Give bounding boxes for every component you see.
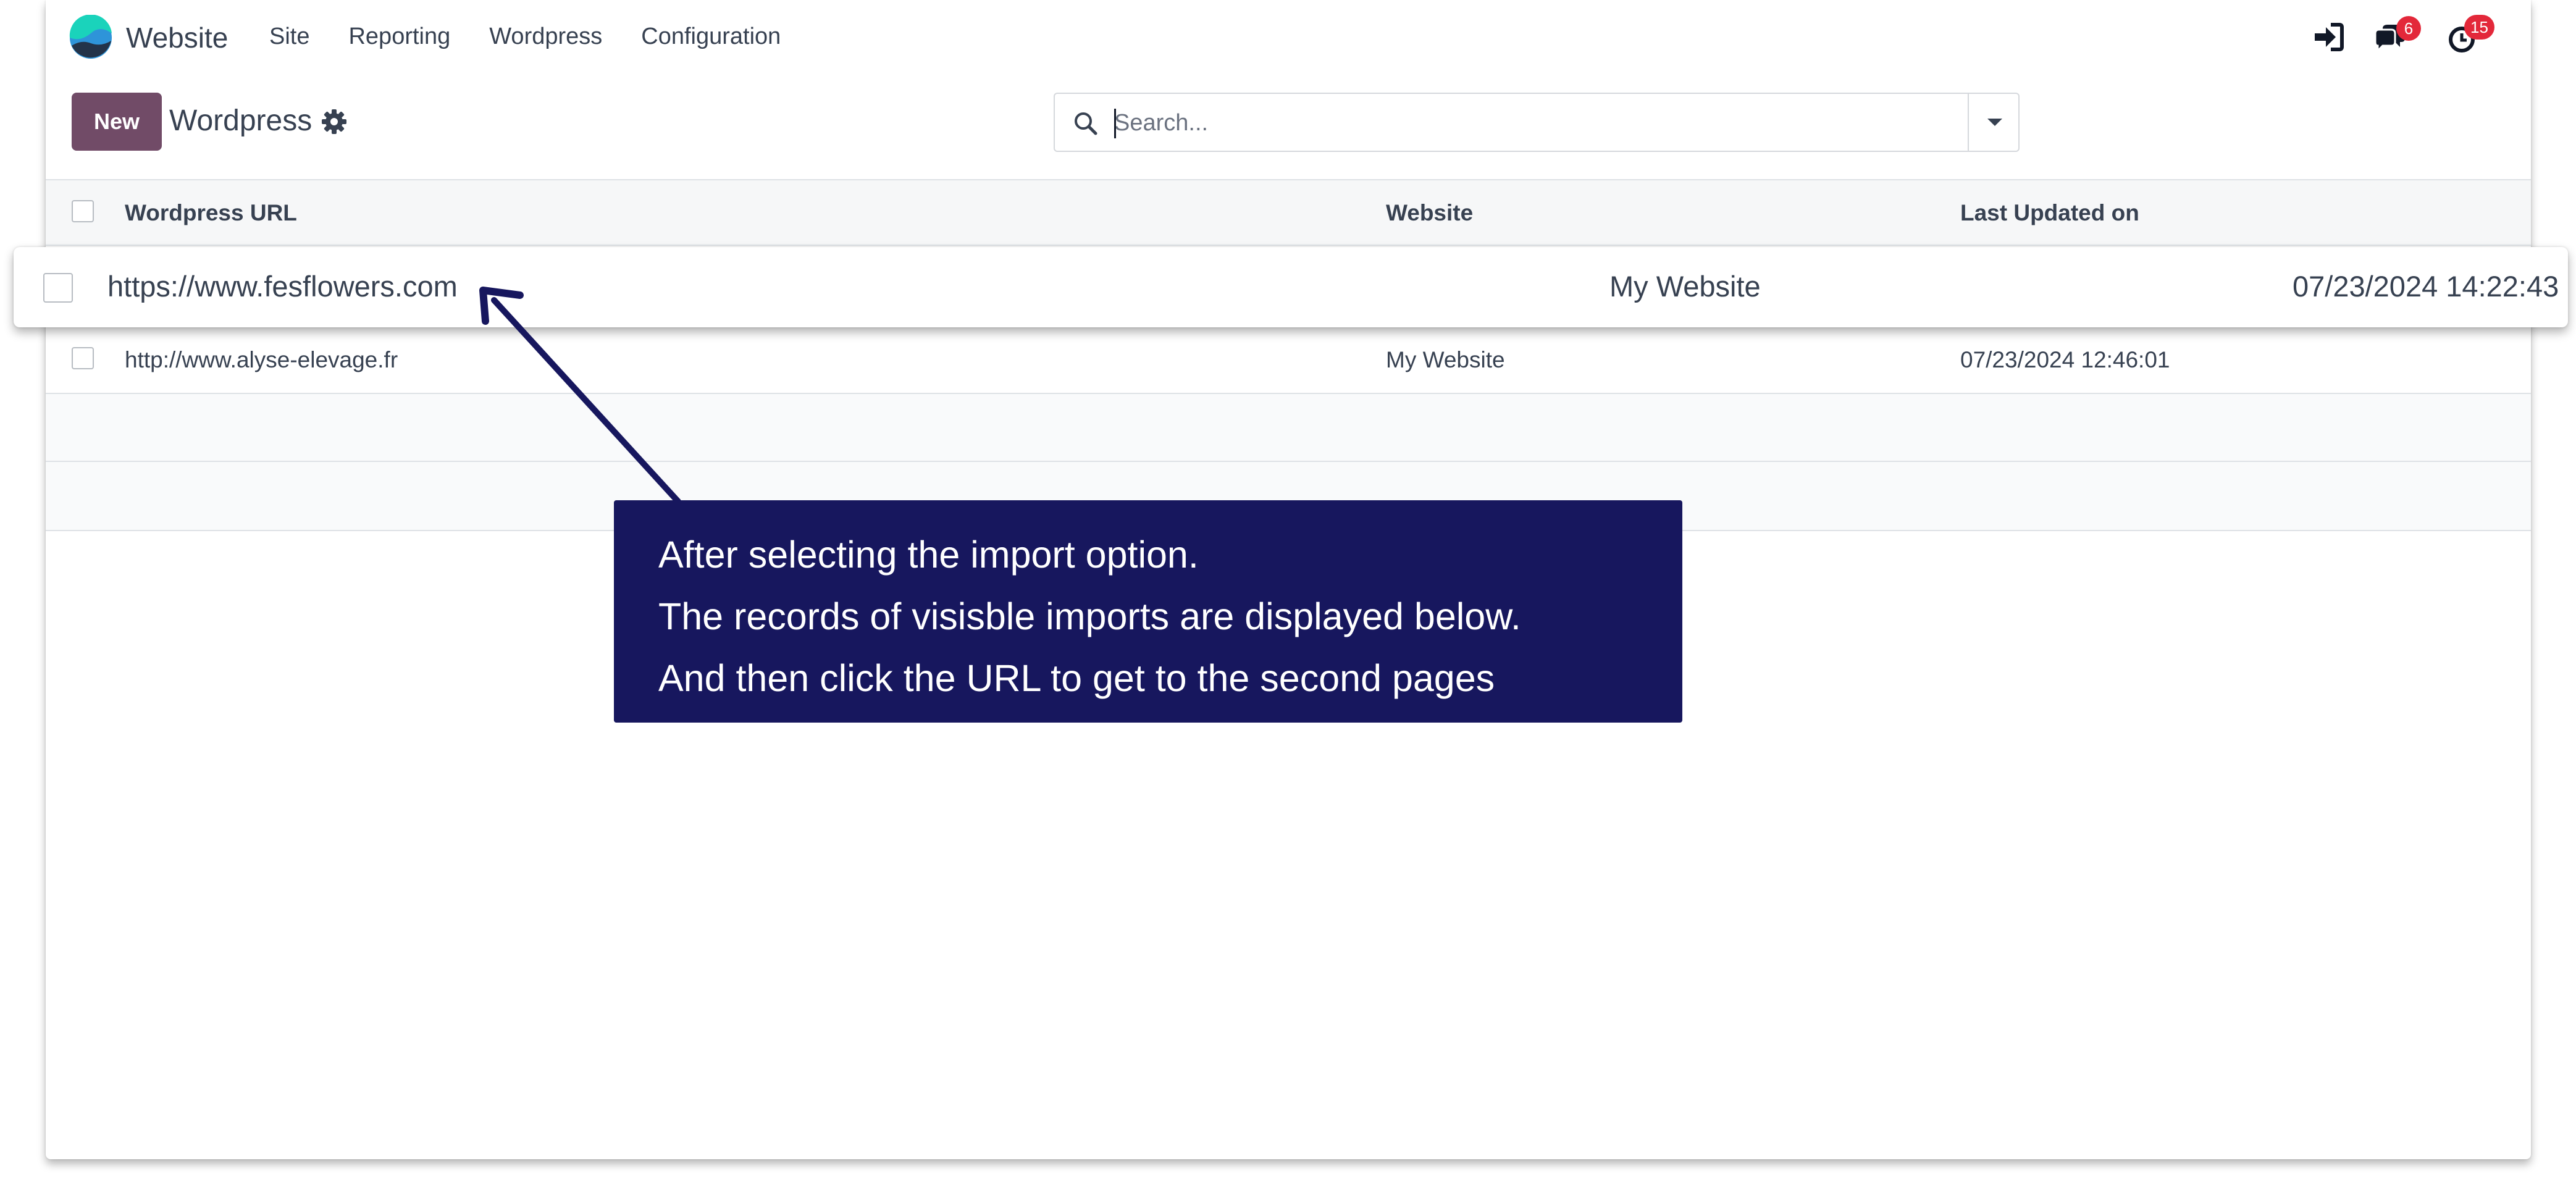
row-url[interactable]: https://www.fesflowers.com <box>107 269 458 303</box>
new-button[interactable]: New <box>72 93 162 151</box>
page-title: Wordpress <box>169 104 313 137</box>
column-last-updated[interactable]: Last Updated on <box>1960 200 2139 226</box>
empty-row <box>46 394 2531 462</box>
select-all-checkbox[interactable] <box>72 200 94 222</box>
activities-systray[interactable]: 15 <box>2446 0 2514 77</box>
messages-systray[interactable]: 6 <box>2373 0 2435 77</box>
menu-wordpress[interactable]: Wordpress <box>489 23 602 50</box>
row-website: My Website <box>1386 347 1505 372</box>
messages-badge: 6 <box>2396 16 2421 41</box>
row-updated: 07/23/2024 12:46:01 <box>1960 347 2170 372</box>
activities-badge: 15 <box>2464 15 2494 40</box>
row-updated: 07/23/2024 14:22:43 <box>2293 270 2559 303</box>
menu-configuration[interactable]: Configuration <box>641 23 781 50</box>
callout-line: And then click the URL to get to the sec… <box>658 657 1495 699</box>
callout-line: After selecting the import option. <box>658 534 1199 576</box>
row-checkbox[interactable] <box>72 347 94 369</box>
menu-site[interactable]: Site <box>269 23 309 50</box>
text-cursor <box>1114 109 1116 138</box>
app-name[interactable]: Website <box>126 21 228 54</box>
row-url[interactable]: http://www.alyse-elevage.fr <box>125 347 398 373</box>
menu-reporting[interactable]: Reporting <box>348 23 450 50</box>
search-options-toggle[interactable] <box>1968 94 2018 151</box>
callout-line: The records of visisble imports are disp… <box>658 595 1521 637</box>
annotation-callout: After selecting the import option. The r… <box>614 500 1682 723</box>
caret-down-icon <box>1987 119 2002 126</box>
sign-in-icon[interactable] <box>2311 20 2346 54</box>
systray: 6 15 <box>2284 0 2531 77</box>
search-icon <box>1075 112 1097 135</box>
gear-icon[interactable] <box>321 109 347 135</box>
main-menu: Site Reporting Wordpress Configuration <box>269 23 781 50</box>
search-bar <box>1054 93 2020 152</box>
row-checkbox[interactable] <box>43 273 73 303</box>
column-wordpress-url[interactable]: Wordpress URL <box>125 200 297 226</box>
top-navbar: Website Site Reporting Wordpress Configu… <box>46 0 2531 77</box>
highlighted-table-row[interactable]: https://www.fesflowers.com My Website 07… <box>14 247 2568 327</box>
list-header: Wordpress URL Website Last Updated on <box>46 179 2531 246</box>
column-website[interactable]: Website <box>1386 200 1473 226</box>
website-app-logo-icon[interactable] <box>68 15 114 61</box>
search-input[interactable] <box>1113 100 1961 146</box>
table-row[interactable]: http://www.alyse-elevage.fr My Website 0… <box>46 326 2531 394</box>
row-website: My Website <box>1609 270 1761 303</box>
